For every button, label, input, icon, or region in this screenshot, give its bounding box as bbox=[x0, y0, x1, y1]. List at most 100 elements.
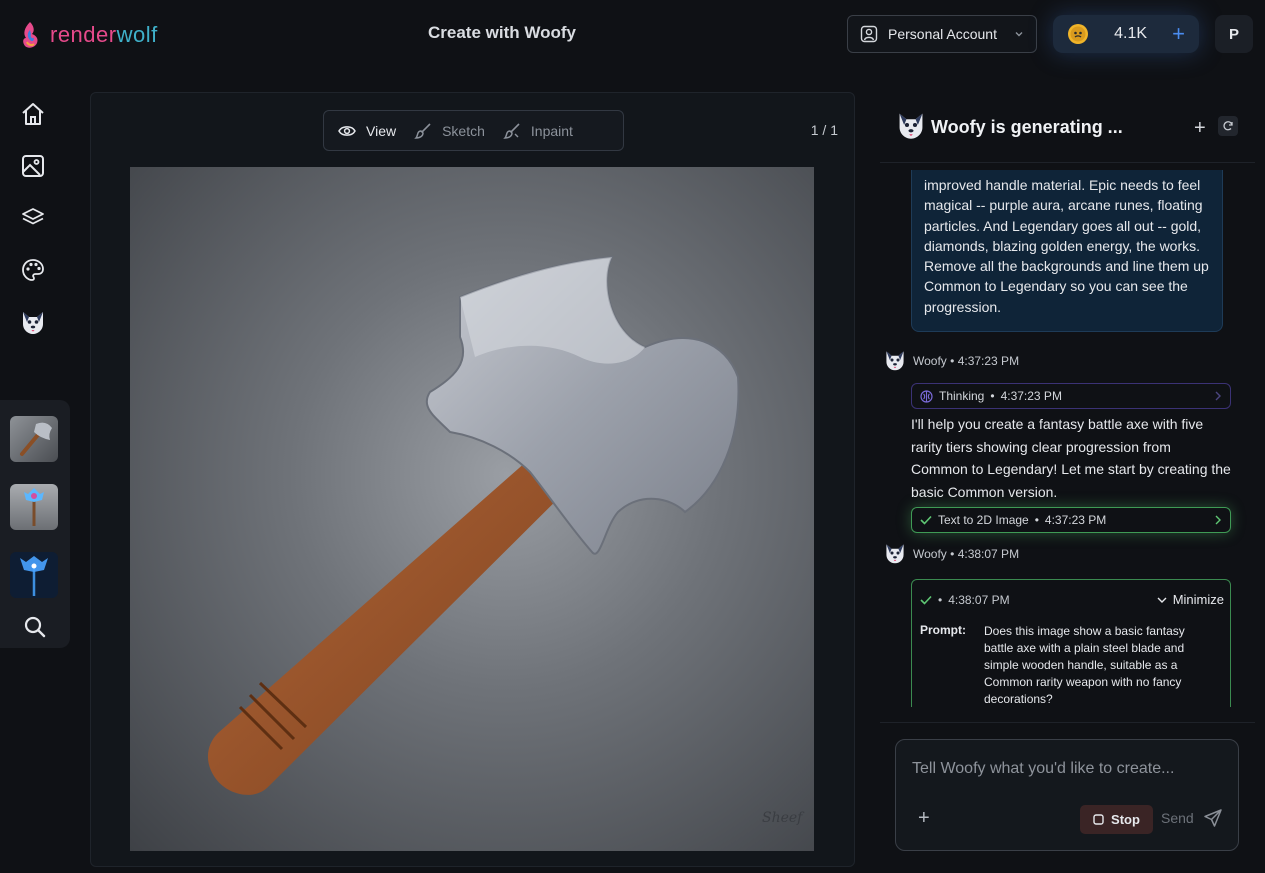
woofy-avatar-icon bbox=[886, 351, 904, 371]
brand-logo[interactable]: renderwolf bbox=[20, 20, 158, 50]
mode-toolbar: View Sketch Inpaint bbox=[323, 110, 624, 151]
nav-search[interactable] bbox=[20, 612, 50, 642]
mode-view-label: View bbox=[366, 122, 397, 139]
tool-result-card: • 4:38:07 PM Minimize Prompt: Does this … bbox=[911, 579, 1231, 707]
minimize-label: Minimize bbox=[1172, 592, 1224, 607]
woofy-avatar-icon bbox=[886, 544, 904, 564]
meta-separator: • bbox=[950, 354, 955, 368]
image-icon bbox=[22, 155, 44, 177]
check-icon bbox=[920, 595, 932, 605]
credits-widget[interactable]: 4.1K + bbox=[1053, 15, 1199, 53]
nav-woofy[interactable] bbox=[18, 307, 48, 337]
new-chat-button[interactable]: + bbox=[1194, 117, 1206, 140]
send-label: Send bbox=[1161, 810, 1194, 826]
battle-axe-artwork: Sheef bbox=[207, 255, 805, 826]
author-name: Woofy bbox=[913, 547, 947, 561]
brain-icon bbox=[920, 389, 933, 403]
thinking-label: Thinking bbox=[939, 389, 985, 403]
credits-count: 4.1K bbox=[1114, 25, 1148, 42]
minimize-button[interactable]: Minimize bbox=[1157, 592, 1224, 607]
message-meta: Woofy • 4:37:23 PM bbox=[913, 354, 1019, 368]
axe-thumbnail-image bbox=[20, 422, 52, 456]
stop-icon bbox=[1093, 814, 1104, 825]
message-time: 4:38:07 PM bbox=[957, 547, 1020, 561]
thumbnail-common-axe[interactable] bbox=[10, 416, 58, 462]
prompt-text: Does this image show a basic fantasy bat… bbox=[984, 624, 1185, 706]
ice-axe-thumbnail-image bbox=[24, 488, 44, 526]
mode-inpaint-label: Inpaint bbox=[530, 122, 573, 139]
nav-home[interactable] bbox=[18, 99, 48, 129]
mode-inpaint[interactable]: Inpaint bbox=[503, 122, 573, 140]
prompt-label: Prompt: bbox=[920, 623, 966, 637]
chat-divider bbox=[880, 722, 1255, 723]
chevron-down-icon bbox=[1015, 32, 1023, 37]
author-name: Woofy bbox=[913, 354, 947, 368]
chat-input[interactable] bbox=[912, 760, 1222, 778]
chevron-right-icon bbox=[1215, 391, 1221, 401]
canvas-panel: View Sketch Inpaint 1 / 1 Sheef bbox=[90, 92, 855, 867]
thinking-time: 4:37:23 PM bbox=[1000, 389, 1062, 403]
chevron-right-icon bbox=[1215, 515, 1221, 525]
brand-name-part2: wolf bbox=[116, 22, 158, 47]
thinking-pill[interactable]: Thinking • 4:37:23 PM bbox=[911, 383, 1231, 409]
page-title: Create with Woofy bbox=[428, 23, 576, 42]
thumbnail-rare-axe[interactable] bbox=[10, 484, 58, 530]
nav-images[interactable] bbox=[18, 151, 48, 181]
account-label: Personal Account bbox=[888, 26, 997, 42]
woofy-icon bbox=[23, 312, 43, 334]
palette-icon bbox=[22, 259, 44, 281]
send-button[interactable]: Send bbox=[1161, 809, 1222, 827]
inpaint-brush-icon bbox=[503, 122, 520, 139]
chat-header: Woofy is generating ... + bbox=[880, 95, 1255, 163]
mode-sketch-label: Sketch bbox=[442, 122, 485, 139]
result-card-header: • 4:38:07 PM Minimize bbox=[920, 592, 1224, 607]
eye-icon bbox=[338, 125, 356, 136]
refresh-button[interactable] bbox=[1218, 116, 1238, 136]
flame-logo-icon bbox=[23, 22, 38, 48]
result-time: 4:38:07 PM bbox=[948, 592, 1010, 607]
search-icon bbox=[24, 616, 46, 638]
chat-messages: improved handle material. Epic needs to … bbox=[880, 170, 1255, 707]
chat-composer: + Stop Send bbox=[895, 739, 1239, 851]
assistant-reply: I'll help you create a fantasy battle ax… bbox=[911, 416, 1231, 500]
mode-sketch[interactable]: Sketch bbox=[414, 122, 485, 140]
woofy-avatar-icon bbox=[899, 113, 923, 139]
thumbnail-epic-axe[interactable] bbox=[10, 552, 58, 598]
recent-thumbnails bbox=[0, 400, 70, 648]
user-message: improved handle material. Epic needs to … bbox=[911, 170, 1223, 332]
meta-separator: • bbox=[950, 547, 955, 561]
coin-icon bbox=[1068, 24, 1088, 44]
check-icon bbox=[920, 515, 932, 525]
tool-label: Text to 2D Image bbox=[938, 513, 1029, 527]
artist-signature: Sheef bbox=[762, 810, 805, 826]
message-meta: Woofy • 4:38:07 PM bbox=[913, 547, 1019, 561]
stop-label: Stop bbox=[1111, 812, 1140, 827]
meta-separator: • bbox=[938, 592, 943, 607]
brand-name-part1: render bbox=[50, 22, 117, 47]
chat-title: Woofy is generating ... bbox=[931, 117, 1123, 137]
brush-icon bbox=[414, 122, 431, 139]
tool-time: 4:37:23 PM bbox=[1044, 513, 1107, 527]
account-selector[interactable]: Personal Account bbox=[847, 15, 1037, 53]
nav-layers[interactable] bbox=[18, 203, 48, 233]
brand-name: renderwolf bbox=[50, 22, 158, 48]
mode-view[interactable]: View bbox=[338, 123, 396, 139]
generated-image[interactable]: Sheef bbox=[130, 167, 814, 851]
message-time: 4:37:23 PM bbox=[957, 354, 1020, 368]
chevron-down-icon bbox=[1157, 597, 1167, 603]
meta-separator: • bbox=[1034, 513, 1039, 527]
tool-call-pill[interactable]: Text to 2D Image • 4:37:23 PM bbox=[911, 507, 1231, 533]
stop-button[interactable]: Stop bbox=[1080, 805, 1153, 834]
attach-button[interactable]: + bbox=[918, 808, 930, 828]
page-counter: 1 / 1 bbox=[810, 122, 838, 138]
refresh-icon bbox=[1223, 121, 1233, 131]
glow-axe-thumbnail-image bbox=[20, 556, 48, 596]
home-icon bbox=[22, 103, 44, 125]
layers-icon bbox=[22, 208, 44, 225]
meta-separator: • bbox=[990, 389, 995, 403]
user-avatar[interactable]: P bbox=[1215, 15, 1253, 53]
add-credits-button[interactable]: + bbox=[1172, 23, 1185, 45]
send-icon bbox=[1203, 809, 1222, 827]
app-root: renderwolf Create with Woofy Personal Ac… bbox=[0, 0, 1265, 873]
nav-styles[interactable] bbox=[18, 255, 48, 285]
